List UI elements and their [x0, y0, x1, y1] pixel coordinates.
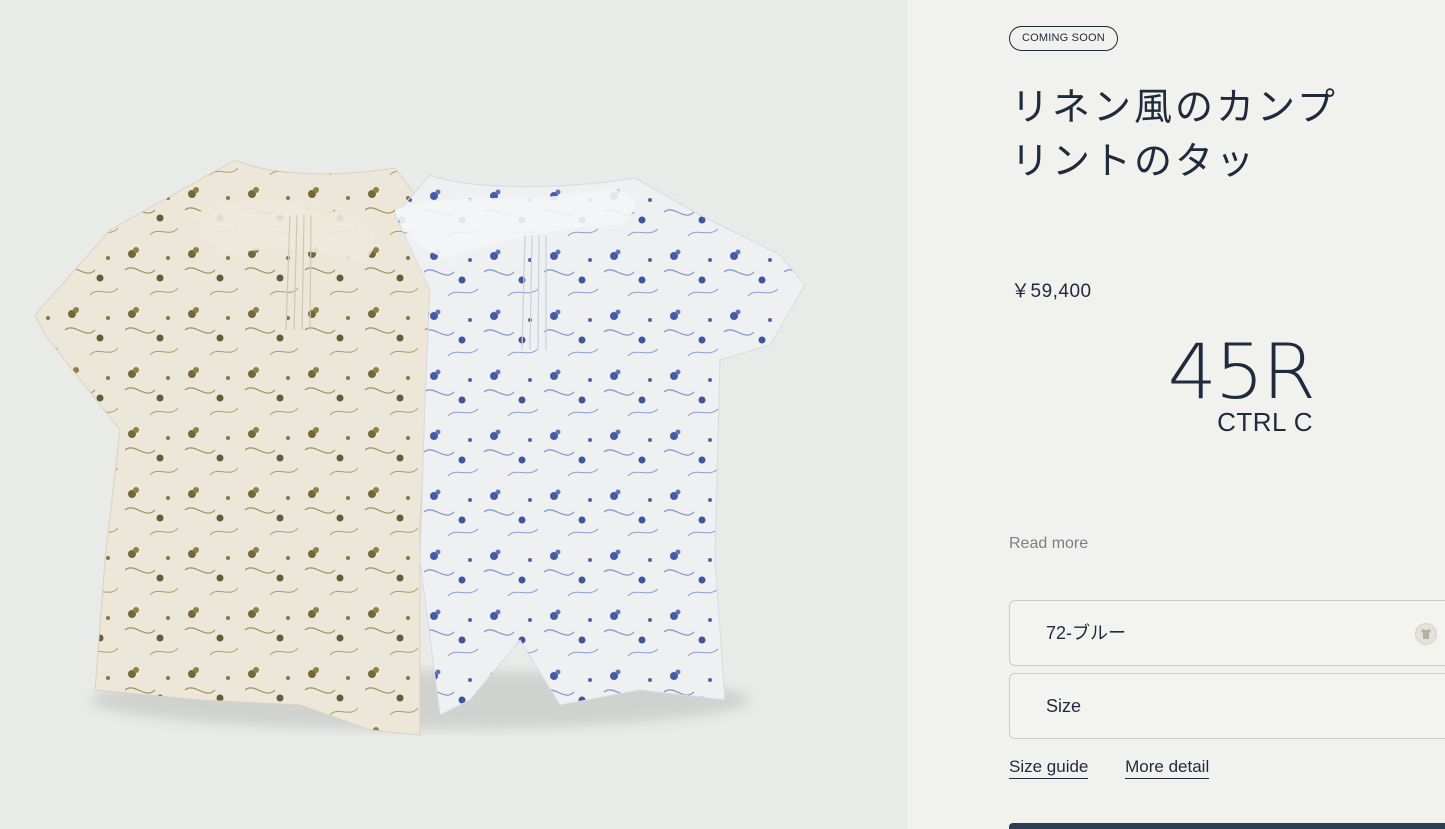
- garment-swatch-icon: [1415, 623, 1437, 645]
- product-info-panel: COMING SOON リネン風のカンプリントのタッ ￥59,400 45R C…: [907, 0, 1445, 829]
- brand-logo-subtitle: CTRL C: [1217, 407, 1313, 437]
- product-title: リネン風のカンプリントのタッ: [1011, 85, 1338, 183]
- color-select-value: 72-ブルー: [1046, 623, 1127, 643]
- shirt-glyph: [1421, 629, 1431, 639]
- product-links: Size guide More detail: [1009, 757, 1241, 779]
- add-to-cart-button-edge[interactable]: [1009, 823, 1445, 829]
- size-guide-link[interactable]: Size guide: [1009, 757, 1089, 779]
- read-more-link[interactable]: Read more: [1009, 535, 1088, 553]
- brand-logo: 45R CTRL C: [1163, 327, 1316, 442]
- size-select-label: Size: [1046, 696, 1082, 716]
- size-select[interactable]: Size: [1009, 673, 1445, 739]
- product-photo-illustration: [0, 0, 907, 829]
- product-price: ￥59,400: [1011, 281, 1092, 302]
- brand-logo-mark: 45R: [1168, 327, 1316, 416]
- coming-soon-badge: COMING SOON: [1009, 26, 1118, 51]
- color-select[interactable]: 72-ブルー: [1009, 600, 1445, 666]
- product-image[interactable]: [0, 0, 907, 829]
- more-detail-link[interactable]: More detail: [1125, 757, 1210, 779]
